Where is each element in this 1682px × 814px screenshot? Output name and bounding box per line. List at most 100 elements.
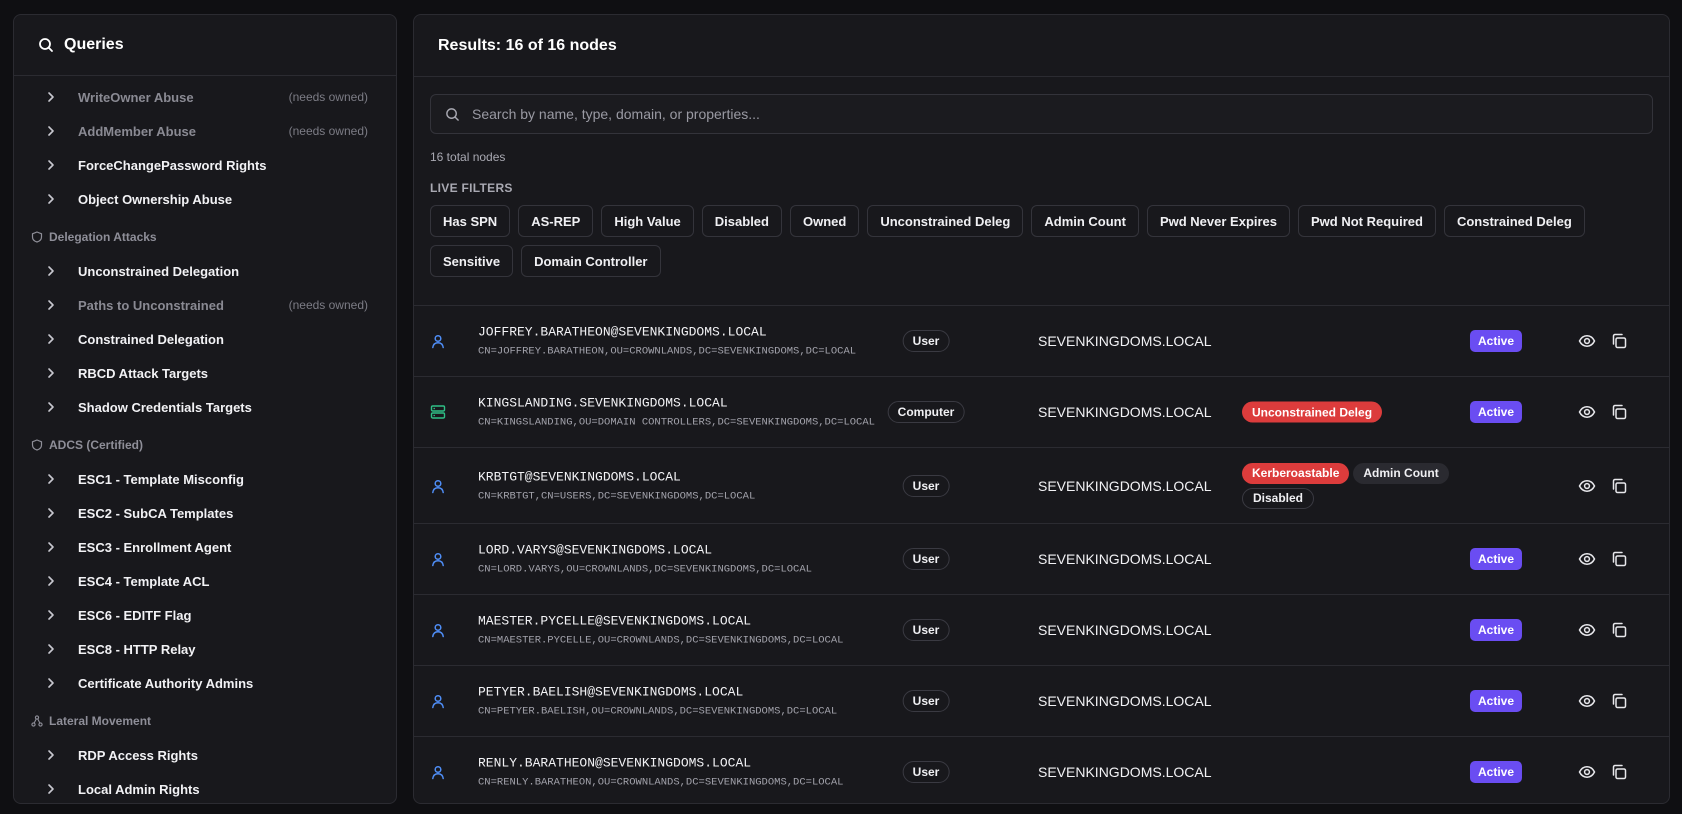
sidebar-header: Queries (14, 15, 396, 76)
chevron-right-icon (44, 472, 58, 486)
filter-chip-high-value[interactable]: High Value (601, 205, 694, 237)
copy-icon[interactable] (1610, 550, 1628, 568)
sidebar-item-forcechangepassword-rights[interactable]: ForceChangePassword Rights (14, 148, 396, 182)
table-row[interactable]: KRBTGT@SEVENKINGDOMS.LOCAL CN=KRBTGT,CN=U… (414, 448, 1669, 524)
eye-icon[interactable] (1578, 621, 1596, 639)
live-filters-title: LIVE FILTERS (430, 181, 513, 195)
shield-icon (31, 439, 43, 451)
sidebar-item-esc2-subca-templates[interactable]: ESC2 - SubCA Templates (14, 496, 396, 530)
chevron-right-icon (44, 332, 58, 346)
needs-owned-note: (needs owned) (288, 90, 368, 104)
sidebar-item-writeowner-abuse[interactable]: WriteOwner Abuse (needs owned) (14, 80, 396, 114)
filter-chip-has-spn[interactable]: Has SPN (430, 205, 511, 237)
sidebar-item-object-ownership-abuse[interactable]: Object Ownership Abuse (14, 182, 396, 216)
user-icon (430, 764, 446, 780)
copy-icon[interactable] (1610, 332, 1628, 350)
eye-icon[interactable] (1578, 332, 1596, 350)
node-domain: SEVENKINGDOMS.LOCAL (1038, 477, 1212, 494)
filter-chip-admin-count[interactable]: Admin Count (1031, 205, 1139, 237)
node-dn: CN=MAESTER.PYCELLE,OU=CROWNLANDS,DC=SEVE… (478, 634, 844, 647)
sidebar-item-esc6-editf-flag[interactable]: ESC6 - EDITF Flag (14, 598, 396, 632)
filter-chip-pwd-not-required[interactable]: Pwd Not Required (1298, 205, 1436, 237)
sidebar-item-esc8-http-relay[interactable]: ESC8 - HTTP Relay (14, 632, 396, 666)
node-names: KINGSLANDING.SEVENKINGDOMS.LOCAL CN=KINGS… (478, 396, 875, 429)
table-row[interactable]: JOFFREY.BARATHEON@SEVENKINGDOMS.LOCAL CN=… (414, 306, 1669, 377)
sidebar-item-label: AddMember Abuse (78, 123, 196, 139)
section-label: Lateral Movement (49, 714, 152, 728)
results-header: Results: 16 of 16 nodes (414, 15, 1669, 77)
filter-chip-owned[interactable]: Owned (789, 205, 860, 237)
node-names: KRBTGT@SEVENKINGDOMS.LOCAL CN=KRBTGT,CN=U… (478, 469, 755, 502)
node-type-badge: User (902, 690, 950, 712)
sidebar-item-local-admin-rights[interactable]: Local Admin Rights (14, 772, 396, 803)
sidebar-item-label: RDP Access Rights (78, 747, 198, 763)
network-icon (31, 715, 43, 727)
section-header-lateral-movement: Lateral Movement (14, 704, 396, 738)
chevron-right-icon (44, 158, 58, 172)
node-names: RENLY.BARATHEON@SEVENKINGDOMS.LOCAL CN=RE… (478, 756, 843, 789)
status-badge: Active (1469, 619, 1523, 641)
node-type-badge: User (902, 761, 950, 783)
filter-chip-constrained-deleg[interactable]: Constrained Deleg (1443, 205, 1585, 237)
sidebar-item-label: Local Admin Rights (78, 781, 200, 797)
node-name: MAESTER.PYCELLE@SEVENKINGDOMS.LOCAL (478, 613, 752, 629)
node-name: LORD.VARYS@SEVENKINGDOMS.LOCAL (478, 542, 713, 558)
chevron-right-icon (44, 782, 58, 796)
table-row[interactable]: MAESTER.PYCELLE@SEVENKINGDOMS.LOCAL CN=MA… (414, 595, 1669, 666)
filter-chip-as-rep[interactable]: AS-REP (518, 205, 594, 237)
table-row[interactable]: LORD.VARYS@SEVENKINGDOMS.LOCAL CN=LORD.VA… (414, 524, 1669, 595)
sidebar-item-label: ForceChangePassword Rights (78, 157, 267, 173)
user-icon (430, 333, 446, 349)
table-row[interactable]: KINGSLANDING.SEVENKINGDOMS.LOCAL CN=KINGS… (414, 377, 1669, 448)
chevron-right-icon (44, 506, 58, 520)
sidebar-item-label: WriteOwner Abuse (78, 89, 194, 105)
sidebar-item-shadow-credentials-targets[interactable]: Shadow Credentials Targets (14, 390, 396, 424)
eye-icon[interactable] (1578, 692, 1596, 710)
user-icon (430, 478, 446, 494)
search-input[interactable] (472, 106, 1652, 122)
section-header-delegation-attacks: Delegation Attacks (14, 220, 396, 254)
node-name: RENLY.BARATHEON@SEVENKINGDOMS.LOCAL (478, 755, 752, 771)
chevron-right-icon (44, 608, 58, 622)
sidebar-item-rbcd-attack-targets[interactable]: RBCD Attack Targets (14, 356, 396, 390)
copy-icon[interactable] (1610, 763, 1628, 781)
eye-icon[interactable] (1578, 763, 1596, 781)
copy-icon[interactable] (1610, 692, 1628, 710)
sidebar-item-unconstrained-delegation[interactable]: Unconstrained Delegation (14, 254, 396, 288)
node-domain: SEVENKINGDOMS.LOCAL (1038, 333, 1212, 349)
filter-chip-unconstrained-deleg[interactable]: Unconstrained Deleg (867, 205, 1024, 237)
sidebar-item-certificate-authority-admins[interactable]: Certificate Authority Admins (14, 666, 396, 700)
status-badge: Active (1469, 690, 1523, 712)
chevron-right-icon (44, 192, 58, 206)
needs-owned-note: (needs owned) (288, 298, 368, 312)
sidebar-item-esc4-template-acl[interactable]: ESC4 - Template ACL (14, 564, 396, 598)
sidebar-item-constrained-delegation[interactable]: Constrained Delegation (14, 322, 396, 356)
copy-icon[interactable] (1610, 403, 1628, 421)
node-names: PETYER.BAELISH@SEVENKINGDOMS.LOCAL CN=PET… (478, 685, 837, 718)
node-tags: Unconstrained Deleg (1242, 401, 1462, 423)
sidebar-item-label: Constrained Delegation (78, 331, 224, 347)
node-domain: SEVENKINGDOMS.LOCAL (1038, 693, 1212, 709)
live-filters: Has SPN AS-REP High Value Disabled Owned Unco… (430, 205, 1620, 277)
filter-chip-disabled[interactable]: Disabled (701, 205, 782, 237)
node-type-badge: User (902, 474, 950, 497)
filter-chip-sensitive[interactable]: Sensitive (430, 245, 514, 277)
eye-icon[interactable] (1578, 550, 1596, 568)
tag-disabled: Disabled (1242, 487, 1315, 509)
table-row[interactable]: RENLY.BARATHEON@SEVENKINGDOMS.LOCAL CN=RE… (414, 737, 1669, 803)
sidebar-item-esc3-enrollment-agent[interactable]: ESC3 - Enrollment Agent (14, 530, 396, 564)
queries-sidebar: Queries WriteOwner Abuse (needs owned) Add… (13, 14, 397, 804)
copy-icon[interactable] (1610, 477, 1628, 495)
tag-kerberoastable: Kerberoastable (1242, 462, 1350, 484)
copy-icon[interactable] (1610, 621, 1628, 639)
eye-icon[interactable] (1578, 477, 1596, 495)
sidebar-item-paths-to-unconstrained[interactable]: Paths to Unconstrained (needs owned) (14, 288, 396, 322)
eye-icon[interactable] (1578, 403, 1596, 421)
sidebar-item-addmember-abuse[interactable]: AddMember Abuse (needs owned) (14, 114, 396, 148)
sidebar-item-label: Shadow Credentials Targets (78, 399, 252, 415)
sidebar-item-esc1-template-misconfig[interactable]: ESC1 - Template Misconfig (14, 462, 396, 496)
filter-chip-pwd-never-expires[interactable]: Pwd Never Expires (1146, 205, 1291, 237)
filter-chip-domain-controller[interactable]: Domain Controller (521, 245, 661, 277)
sidebar-item-rdp-access-rights[interactable]: RDP Access Rights (14, 738, 396, 772)
table-row[interactable]: PETYER.BAELISH@SEVENKINGDOMS.LOCAL CN=PET… (414, 666, 1669, 737)
